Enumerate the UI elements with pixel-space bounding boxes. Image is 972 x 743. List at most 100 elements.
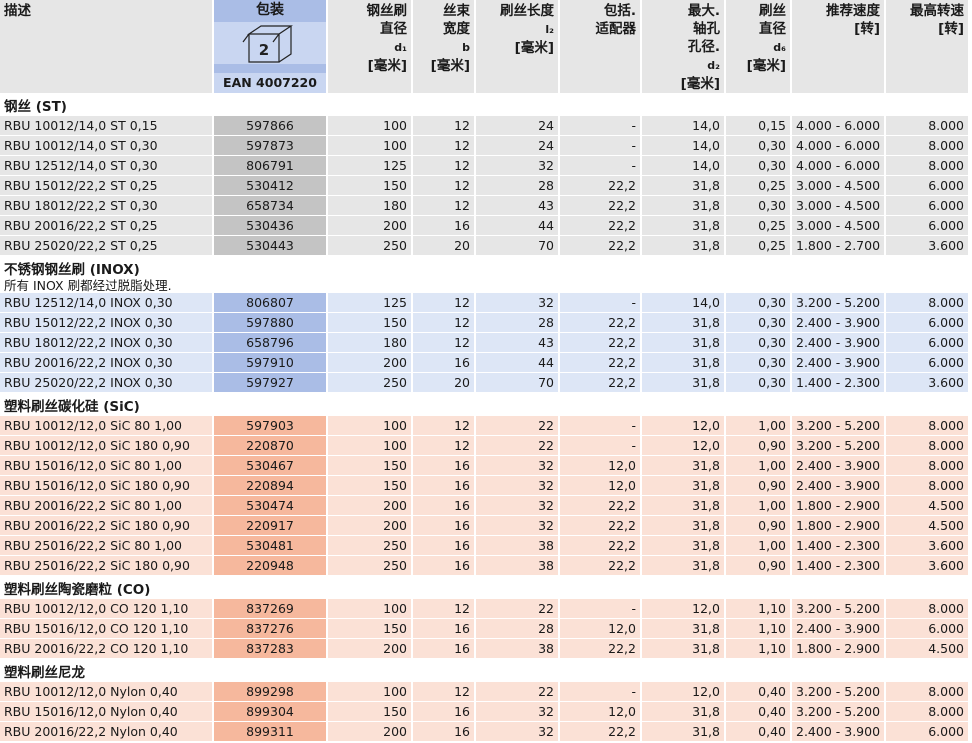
table-cell: 14,0	[642, 156, 726, 176]
table-cell: 14,0	[642, 293, 726, 313]
table-cell: 20	[413, 236, 476, 256]
table-cell: 22,2	[560, 313, 642, 333]
table-cell: 0,25	[726, 176, 792, 196]
table-cell: 38	[476, 556, 560, 576]
table-cell: 28	[476, 313, 560, 333]
section-header: 不锈钢钢丝刷 (INOX)	[0, 256, 970, 279]
table-cell: 8.000	[886, 702, 970, 722]
table-cell: 100	[328, 436, 413, 456]
table-cell: -	[560, 293, 642, 313]
table-cell: 22,2	[560, 496, 642, 516]
table-cell: 32	[476, 516, 560, 536]
table-cell: 3.600	[886, 536, 970, 556]
section-header: 钢丝 (ST)	[0, 93, 970, 116]
product-description: RBU 12512/14,0 INOX 0,30	[0, 293, 214, 313]
table-cell: 0,25	[726, 216, 792, 236]
table-row: RBU 10012/12,0 SiC 180 0,90 220870 100 12 22…	[0, 436, 970, 456]
table-cell: 3.200 - 5.200	[792, 293, 886, 313]
ean-code: 530467	[214, 456, 328, 476]
table-cell: -	[560, 599, 642, 619]
package-qty: 2	[259, 41, 269, 59]
section-header: 塑料刷丝尼龙	[0, 659, 970, 682]
table-cell: 12	[413, 599, 476, 619]
table-cell: 31,8	[642, 236, 726, 256]
ean-code: 837276	[214, 619, 328, 639]
table-cell: 6.000	[886, 333, 970, 353]
table-cell: 24	[476, 136, 560, 156]
ean-code: 530443	[214, 236, 328, 256]
table-cell: 250	[328, 373, 413, 393]
table-cell: 22,2	[560, 176, 642, 196]
table-cell: 12	[413, 436, 476, 456]
table-cell: 3.200 - 5.200	[792, 682, 886, 702]
table-cell: 16	[413, 476, 476, 496]
table-row: RBU 20016/22,2 SiC 180 0,90 220917 200 16 32…	[0, 516, 970, 536]
table-cell: 4.500	[886, 496, 970, 516]
header-tuft-width: 丝束 宽度 b [毫米]	[413, 0, 476, 93]
table-cell: 31,8	[642, 536, 726, 556]
table-cell: 4.000 - 6.000	[792, 136, 886, 156]
table-row: RBU 20016/22,2 Nylon 0,40 899311 200 16 32 22…	[0, 722, 970, 742]
table-cell: 44	[476, 216, 560, 236]
table-cell: 0,30	[726, 313, 792, 333]
table-row: RBU 25016/22,2 SiC 80 1,00 530481 250 16 38 2…	[0, 536, 970, 556]
table-cell: 100	[328, 136, 413, 156]
header-row: 描述 包装 2 EAN 4007220 钢丝刷 直径 d₁ [毫米] 丝束 宽度…	[0, 0, 970, 93]
table-cell: 0,15	[726, 116, 792, 136]
product-description: RBU 15012/22,2 INOX 0,30	[0, 313, 214, 333]
product-description: RBU 15012/22,2 ST 0,25	[0, 176, 214, 196]
table-cell: 22,2	[560, 373, 642, 393]
table-cell: 6.000	[886, 216, 970, 236]
table-cell: 1,00	[726, 416, 792, 436]
table-cell: 22	[476, 436, 560, 456]
table-cell: 12	[413, 313, 476, 333]
product-description: RBU 25016/22,2 SiC 80 1,00	[0, 536, 214, 556]
table-cell: 1.800 - 2.900	[792, 516, 886, 536]
table-row: RBU 18012/22,2 ST 0,30 658734 180 12 43 22,2 3…	[0, 196, 970, 216]
table-cell: 31,8	[642, 722, 726, 742]
table-cell: 31,8	[642, 176, 726, 196]
table-cell: 16	[413, 556, 476, 576]
header-desc: 描述	[0, 0, 214, 93]
table-cell: 16	[413, 496, 476, 516]
table-cell: 22,2	[560, 516, 642, 536]
table-cell: 2.400 - 3.900	[792, 722, 886, 742]
table-cell: 3.200 - 5.200	[792, 436, 886, 456]
product-description: RBU 20016/22,2 SiC 180 0,90	[0, 516, 214, 536]
table-cell: 3.000 - 4.500	[792, 196, 886, 216]
table-cell: 200	[328, 516, 413, 536]
table-cell: 31,8	[642, 333, 726, 353]
table-cell: 1,00	[726, 456, 792, 476]
section-note-row: 所有 INOX 刷都经过脱脂处理.	[0, 279, 970, 293]
table-cell: 16	[413, 722, 476, 742]
section-title: 塑料刷丝陶瓷磨粒 (CO)	[0, 576, 970, 599]
ean-code: 597873	[214, 136, 328, 156]
table-cell: 31,8	[642, 373, 726, 393]
table-cell: 0,90	[726, 556, 792, 576]
table-cell: 31,8	[642, 516, 726, 536]
section-title: 塑料刷丝尼龙	[0, 659, 970, 682]
table-cell: 43	[476, 196, 560, 216]
table-cell: 2.400 - 3.900	[792, 476, 886, 496]
table-cell: 6.000	[886, 313, 970, 333]
table-cell: 32	[476, 293, 560, 313]
table-cell: 150	[328, 702, 413, 722]
table-cell: 125	[328, 293, 413, 313]
table-cell: 32	[476, 702, 560, 722]
table-cell: 38	[476, 536, 560, 556]
table-cell: 32	[476, 456, 560, 476]
table-cell: 12,0	[560, 619, 642, 639]
table-cell: 0,30	[726, 156, 792, 176]
table-cell: 44	[476, 353, 560, 373]
table-cell: 6.000	[886, 722, 970, 742]
table-cell: -	[560, 682, 642, 702]
header-adapter: 包括. 适配器	[560, 0, 642, 93]
table-cell: 22,2	[560, 353, 642, 373]
table-cell: 31,8	[642, 639, 726, 659]
table-cell: 1.800 - 2.700	[792, 236, 886, 256]
product-description: RBU 15016/12,0 CO 120 1,10	[0, 619, 214, 639]
table-cell: 1.400 - 2.300	[792, 536, 886, 556]
section-note: 所有 INOX 刷都经过脱脂处理.	[0, 279, 970, 293]
ean-code: 899304	[214, 702, 328, 722]
ean-code: 530474	[214, 496, 328, 516]
